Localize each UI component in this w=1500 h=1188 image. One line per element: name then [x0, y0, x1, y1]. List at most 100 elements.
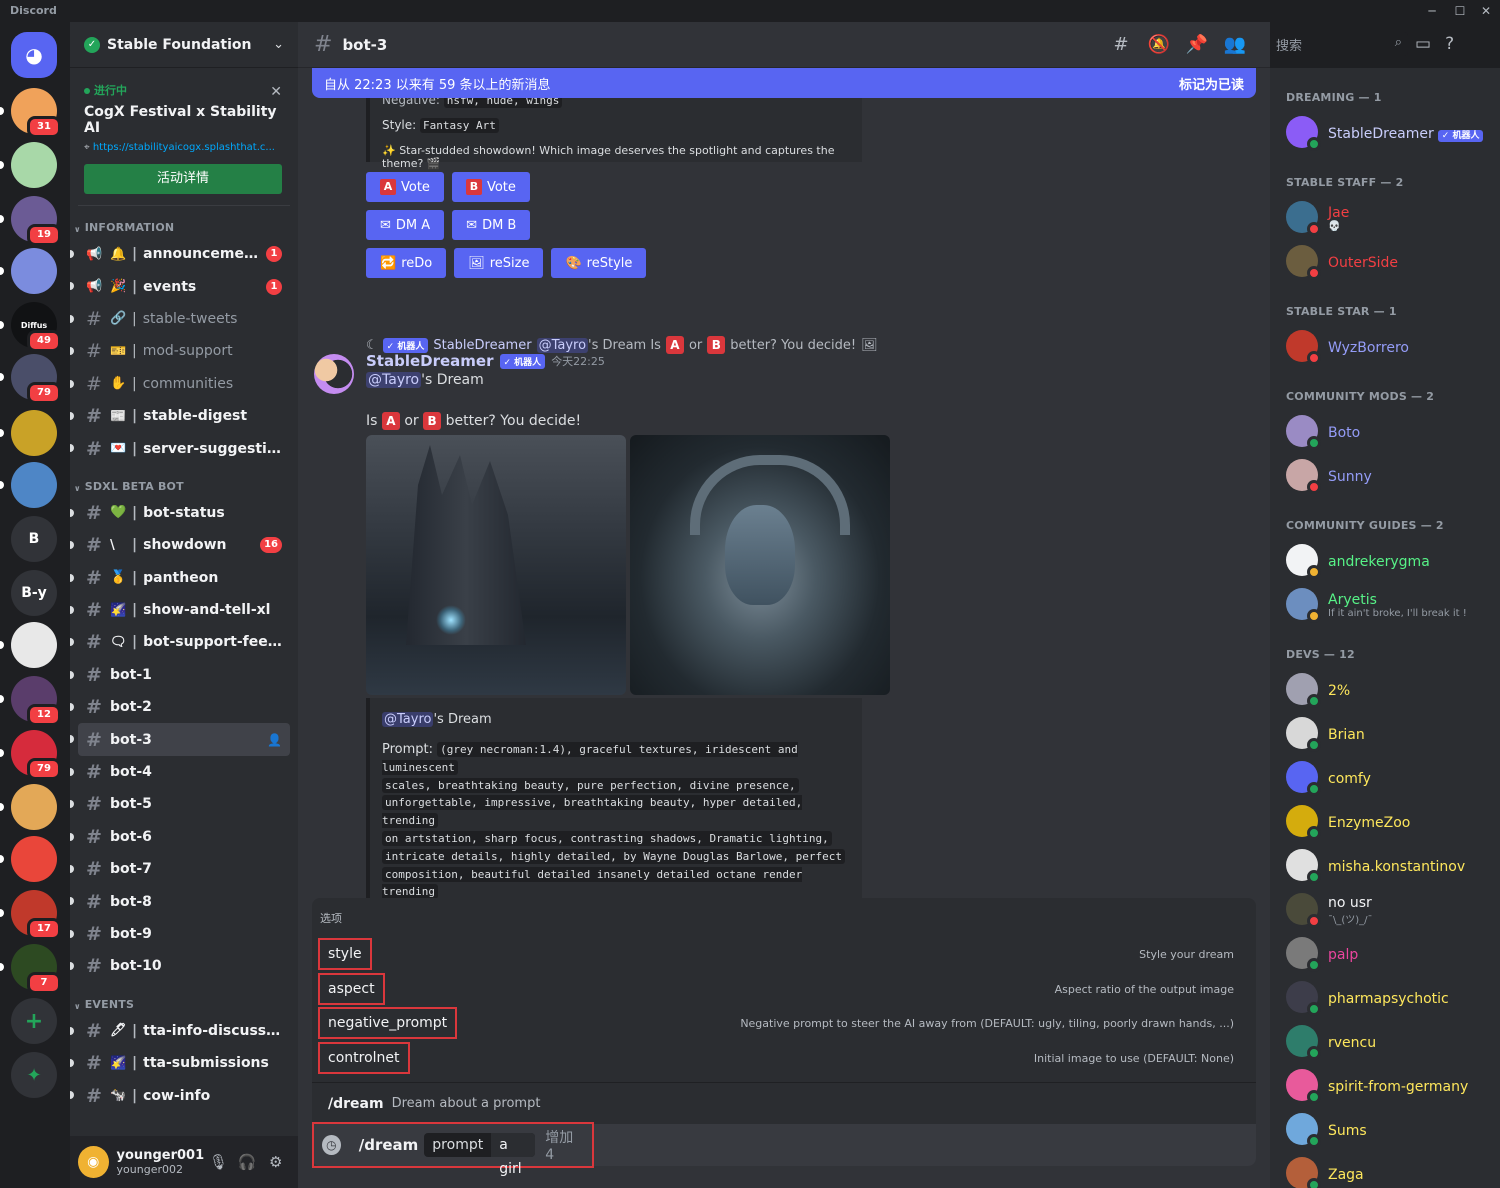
pin-icon[interactable]: 📌: [1178, 34, 1216, 55]
member-item[interactable]: palp: [1278, 931, 1492, 975]
member-item[interactable]: StableDreamer ✓ 机器人: [1278, 110, 1492, 154]
user-avatar[interactable]: ◉: [78, 1146, 109, 1178]
channel-show-and-tell-xl[interactable]: # 🌠 | show-and-tell-xl: [70, 594, 290, 626]
bot-avatar[interactable]: [314, 354, 354, 394]
channel-bot-support-feedb[interactable]: # 🗨 | bot-support-feedb...: [70, 626, 290, 658]
member-item[interactable]: Sums: [1278, 1107, 1492, 1151]
close-window-button[interactable]: ✕: [1473, 2, 1499, 20]
mark-as-read-button[interactable]: 标记为已读: [1179, 74, 1244, 93]
add-server-button[interactable]: +: [11, 998, 57, 1044]
prompt-parameter[interactable]: prompt a girl: [424, 1133, 536, 1177]
server-icon[interactable]: [0, 622, 57, 668]
member-item[interactable]: 2%: [1278, 667, 1492, 711]
channel-pantheon[interactable]: # 🥇 | pantheon: [70, 562, 290, 594]
server-icon[interactable]: [0, 142, 57, 188]
channel-mod-support[interactable]: # 🎫 | mod-support: [70, 335, 290, 367]
add-more-options[interactable]: 增加 4: [545, 1127, 584, 1163]
server-icon[interactable]: 7: [0, 944, 61, 994]
member-item[interactable]: Zaga: [1278, 1151, 1492, 1188]
option-controlnet[interactable]: controlnet Initial image to use (DEFAULT:…: [318, 1042, 1250, 1074]
dm-a-button[interactable]: ✉ DM A: [366, 210, 445, 240]
message-input[interactable]: ◷ /dream prompt a girl 增加 4: [312, 1122, 1256, 1177]
member-item[interactable]: no usr ¯\_(ツ)_/¯: [1278, 887, 1492, 931]
new-messages-banner[interactable]: 自从 22:23 以来有 59 条以上的新消息 标记为已读: [312, 68, 1256, 98]
search-input[interactable]: 搜索 ⌕: [1270, 32, 1408, 56]
reply-mention[interactable]: @Tayro: [536, 337, 589, 353]
server-icon[interactable]: 17: [0, 890, 61, 940]
dm-b-button[interactable]: ✉ DM B: [452, 210, 531, 240]
member-item[interactable]: WyzBorrero: [1278, 324, 1492, 368]
member-item[interactable]: OuterSide: [1278, 239, 1492, 283]
close-icon[interactable]: ✕: [270, 84, 282, 100]
channel-events[interactable]: 📢 🎉 | events 1: [70, 270, 290, 302]
guild-header[interactable]: ✓ Stable Foundation ⌄: [70, 22, 298, 68]
channel-bot-8[interactable]: # bot-8: [70, 885, 290, 917]
server-icon[interactable]: [0, 410, 57, 456]
channel-server-suggestions[interactable]: # 💌 | server-suggestions: [70, 432, 290, 464]
threads-icon[interactable]: #: [1102, 34, 1140, 55]
command-input-box[interactable]: ◷ /dream prompt a girl 增加 4: [312, 1122, 594, 1177]
param-value[interactable]: a girl: [491, 1133, 536, 1177]
channel-bot-status[interactable]: # 💚 | bot-status: [70, 497, 290, 529]
member-item[interactable]: andrekerygma: [1278, 538, 1492, 582]
channel-announcements[interactable]: 📢 🔔 | announcements 1: [70, 238, 290, 270]
microphone-icon[interactable]: 🎙: [204, 1153, 233, 1171]
event-link[interactable]: ⌖ https://stabilityaicogx.splashthat.c..…: [84, 142, 284, 153]
channel-showdown[interactable]: # \ | showdown 16: [70, 529, 290, 561]
server-icon[interactable]: 79: [0, 354, 61, 404]
server-icon[interactable]: [0, 462, 57, 508]
channel-bot-5[interactable]: # bot-5: [70, 788, 290, 820]
resize-button[interactable]: 🖼 reSize: [454, 248, 544, 278]
headphones-icon[interactable]: 🎧: [233, 1153, 262, 1171]
invite-icon[interactable]: 👤: [267, 733, 282, 747]
vote-a-button[interactable]: A Vote: [366, 172, 444, 202]
channel-bot-7[interactable]: # bot-7: [70, 853, 290, 885]
channel-communities[interactable]: # ✋ | communities: [70, 368, 290, 400]
reply-author[interactable]: StableDreamer: [433, 338, 531, 353]
redo-button[interactable]: 🔁 reDo: [366, 248, 447, 278]
member-item[interactable]: pharmapsychotic: [1278, 975, 1492, 1019]
channel-bot-4[interactable]: # bot-4: [70, 756, 290, 788]
channel-cow-info[interactable]: # 🐄 | cow-info: [70, 1079, 290, 1111]
server-icon[interactable]: 79: [0, 730, 61, 780]
server-icon[interactable]: ◕: [11, 32, 57, 78]
server-icon[interactable]: Diffus 49: [0, 302, 61, 352]
channel-bot-2[interactable]: # bot-2: [70, 691, 290, 723]
member-item[interactable]: Brian: [1278, 711, 1492, 755]
message-mention[interactable]: @Tayro: [366, 372, 422, 388]
channel-tta-submissions[interactable]: # 🌠 | tta-submissions: [70, 1047, 290, 1079]
member-item[interactable]: Jae 💀: [1278, 195, 1492, 239]
channel-tta-info-discussion[interactable]: # 🖊 | tta-info-discussion: [70, 1015, 290, 1047]
server-icon[interactable]: [0, 248, 57, 294]
option-aspect[interactable]: aspect Aspect ratio of the output image: [318, 973, 1250, 1005]
event-details-button[interactable]: 活动详情: [84, 164, 282, 194]
dream-image-a[interactable]: [366, 435, 626, 695]
explore-servers-button[interactable]: ✦: [11, 1052, 57, 1098]
channel-bot-3[interactable]: # bot-3 👤: [70, 723, 290, 756]
channel-stable-digest[interactable]: # 📰 | stable-digest: [70, 400, 290, 432]
embed-mention[interactable]: @Tayro: [382, 712, 434, 727]
help-icon[interactable]: ?: [1445, 34, 1454, 54]
minimize-button[interactable]: ─: [1419, 2, 1445, 20]
member-item[interactable]: comfy: [1278, 755, 1492, 799]
channel-stable-tweets[interactable]: # 🔗 | stable-tweets: [70, 303, 290, 335]
notification-bell-icon[interactable]: 🔕: [1140, 34, 1178, 55]
member-item[interactable]: EnzymeZoo: [1278, 799, 1492, 843]
member-item[interactable]: Sunny: [1278, 453, 1492, 497]
event-link-text[interactable]: https://stabilityaicogx.splashthat.c...: [93, 142, 275, 153]
channel-bot-9[interactable]: # bot-9: [70, 918, 290, 950]
option-style[interactable]: style Style your dream: [318, 938, 1250, 970]
channel-bot-6[interactable]: # bot-6: [70, 821, 290, 853]
dream-image-b[interactable]: [630, 435, 890, 695]
member-item[interactable]: misha.konstantinov: [1278, 843, 1492, 887]
server-icon[interactable]: [0, 784, 57, 830]
chevron-down-icon[interactable]: ⌄: [273, 37, 284, 52]
category-sdxl[interactable]: ∨ SDXL BETA BOT: [70, 465, 298, 497]
restyle-button[interactable]: 🎨 reStyle: [551, 248, 647, 278]
server-icon[interactable]: [0, 836, 57, 882]
member-item[interactable]: spirit-from-germany: [1278, 1063, 1492, 1107]
member-list-icon[interactable]: 👥: [1216, 34, 1254, 55]
member-item[interactable]: Boto: [1278, 409, 1492, 453]
member-item[interactable]: Aryetis If it ain't broke, I'll break it …: [1278, 582, 1492, 626]
maximize-button[interactable]: ☐: [1447, 2, 1473, 20]
